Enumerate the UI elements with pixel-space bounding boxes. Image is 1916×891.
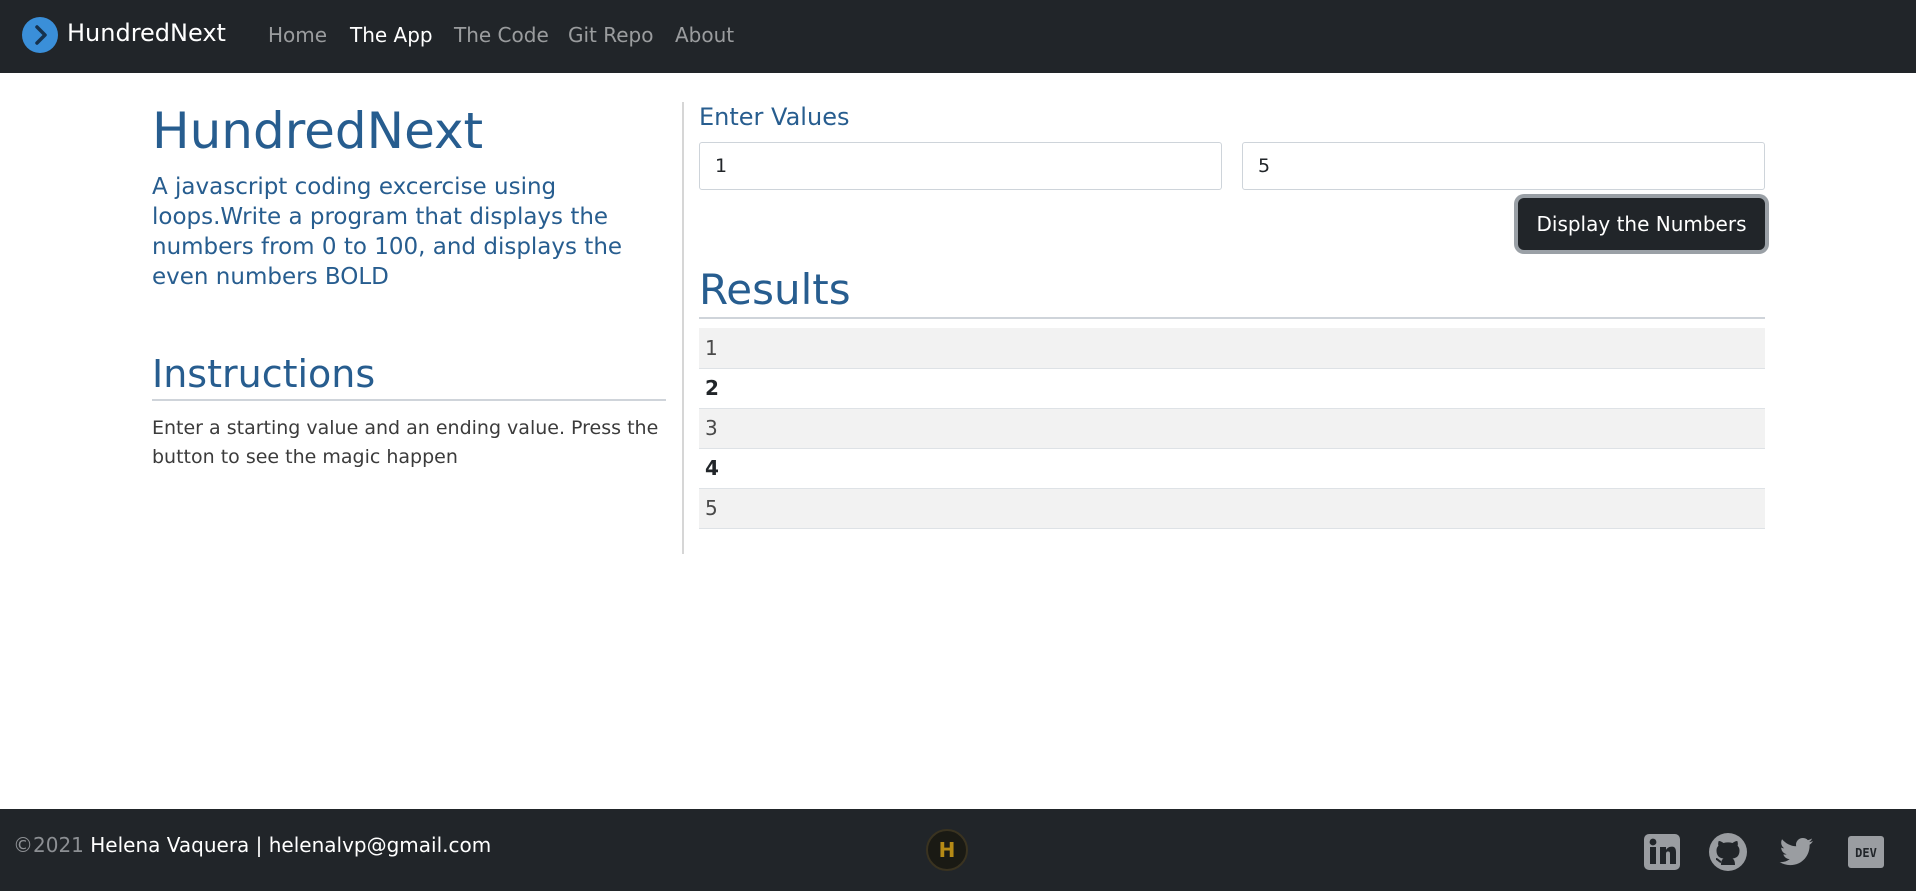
github-icon[interactable] (1708, 832, 1748, 872)
top-navbar: HundredNext Home The App The Code Git Re… (0, 0, 1916, 73)
twitter-icon[interactable] (1776, 832, 1816, 872)
linkedin-icon[interactable] (1642, 832, 1682, 872)
dev-icon[interactable]: DEV (1846, 832, 1886, 872)
end-value-input[interactable] (1242, 142, 1765, 190)
display-numbers-button[interactable]: Display the Numbers (1518, 198, 1765, 250)
results-heading: Results (699, 264, 1765, 319)
column-divider (682, 102, 684, 554)
footer-logo-icon: H (926, 829, 968, 871)
instructions-heading: Instructions (152, 350, 666, 401)
footer-copyright: ©2021 (13, 833, 84, 857)
footer-author-link[interactable]: Helena Vaquera | helenalvp@gmail.com (84, 833, 491, 857)
nav-link-the-app[interactable]: The App (350, 21, 433, 49)
footer: ©2021 Helena Vaquera | helenalvp@gmail.c… (0, 809, 1916, 891)
result-value: 3 (699, 408, 1765, 449)
result-row: 1 (699, 328, 1765, 369)
result-row: 4 (699, 448, 1765, 489)
nav-link-the-code[interactable]: The Code (454, 21, 549, 49)
nav-link-git-repo[interactable]: Git Repo (568, 21, 654, 49)
result-row: 2 (699, 368, 1765, 409)
svg-text:DEV: DEV (1855, 846, 1877, 860)
footer-logo-letter: H (938, 838, 956, 862)
nav-link-home[interactable]: Home (268, 21, 327, 49)
brand-chevron-icon[interactable] (22, 17, 58, 53)
instructions-text: Enter a starting value and an ending val… (152, 417, 659, 468)
result-row: 5 (699, 488, 1765, 529)
result-value: 5 (699, 488, 1765, 529)
brand-name[interactable]: HundredNext (67, 17, 226, 49)
footer-credits: ©2021 Helena Vaquera | helenalvp@gmail.c… (13, 831, 491, 859)
result-value: 1 (699, 328, 1765, 369)
enter-values-label: Enter Values (699, 103, 850, 131)
app-title: HundredNext (152, 102, 484, 160)
result-row: 3 (699, 408, 1765, 449)
nav-link-about[interactable]: About (675, 21, 734, 49)
app-description: A javascript coding excercise using loop… (152, 174, 623, 290)
result-value: 2 (699, 368, 1765, 409)
result-value: 4 (699, 448, 1765, 489)
results-table: 1 2 3 4 5 (699, 328, 1765, 529)
start-value-input[interactable] (699, 142, 1222, 190)
